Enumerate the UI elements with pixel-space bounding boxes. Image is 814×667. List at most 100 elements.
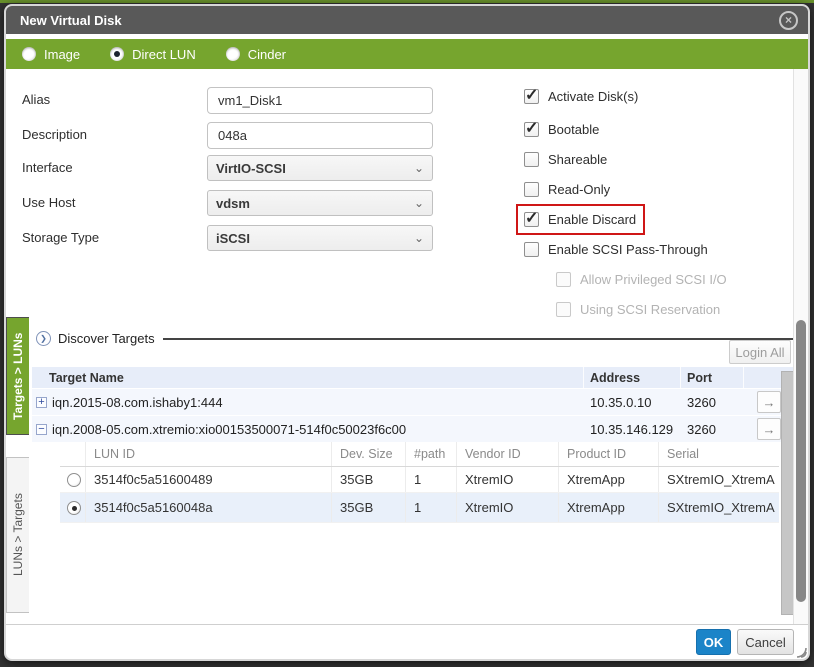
target-row[interactable]: − iqn.2008-05.com.xtremio:xio00153500071…	[32, 416, 794, 442]
check-icon: ✓	[525, 85, 538, 105]
checkbox-read-only[interactable]: Read-Only	[524, 182, 610, 197]
content-scrollbar-track[interactable]	[793, 69, 808, 624]
dialog-title: New Virtual Disk	[20, 13, 779, 28]
tab-label: Targets > LUNs	[7, 318, 29, 434]
checkbox-enable-discard[interactable]: ✓ Enable Discard	[524, 212, 636, 227]
checkbox-label: Enable Discard	[548, 212, 636, 227]
tab-label: LUNs > Targets	[7, 458, 29, 612]
storage-type-select[interactable]: iSCSI ⌄	[207, 225, 433, 251]
checkbox-label: Allow Privileged SCSI I/O	[580, 272, 727, 287]
column-header-lun-id: LUN ID	[86, 442, 332, 466]
column-header-port: Port	[681, 367, 744, 388]
column-header-path: #path	[406, 442, 457, 466]
disk-type-direct-lun[interactable]: Direct LUN	[110, 47, 196, 62]
target-name: iqn.2008-05.com.xtremio:xio00153500071-5…	[52, 422, 406, 437]
close-button[interactable]: ×	[779, 11, 798, 30]
luns-table-header: LUN ID Dev. Size #path Vendor ID Product…	[60, 442, 779, 467]
radio-selected-icon	[110, 47, 124, 61]
interface-label: Interface	[22, 160, 73, 175]
target-address: 10.35.146.129	[584, 416, 681, 442]
lun-product-id: XtremApp	[559, 493, 659, 522]
checkbox-bootable[interactable]: ✓ Bootable	[524, 122, 599, 137]
check-icon: ✓	[525, 118, 538, 138]
target-row[interactable]: + iqn.2015-08.com.ishaby1:444 10.35.0.10…	[32, 389, 794, 415]
cancel-button[interactable]: Cancel	[737, 629, 794, 655]
use-host-select-value: vdsm	[216, 196, 250, 211]
targets-table-header: Target Name Address Port	[32, 367, 794, 388]
checkbox-label: Bootable	[548, 122, 599, 137]
target-name: iqn.2015-08.com.ishaby1:444	[52, 395, 223, 410]
login-target-button[interactable]: →	[757, 391, 781, 413]
radio-icon	[226, 47, 240, 61]
column-header-dev-size: Dev. Size	[332, 442, 406, 466]
checkbox-using-scsi-reservation: Using SCSI Reservation	[556, 302, 720, 317]
lun-serial: SXtremIO_XtremA	[659, 493, 779, 522]
tab-luns-to-targets[interactable]: LUNs > Targets	[6, 457, 29, 613]
checkbox-label: Using SCSI Reservation	[580, 302, 720, 317]
targets-table: Target Name Address Port + iqn.2015-08.c…	[32, 367, 794, 442]
arrow-right-icon: →	[763, 422, 776, 437]
use-host-label: Use Host	[22, 195, 75, 210]
lun-radio-selected[interactable]	[67, 501, 81, 515]
expand-icon[interactable]: +	[36, 397, 47, 408]
tab-targets-to-luns[interactable]: Targets > LUNs	[6, 317, 29, 435]
login-target-button[interactable]: →	[757, 418, 781, 440]
column-header-address: Address	[584, 367, 681, 388]
checkbox-allow-privileged-scsi-io: Allow Privileged SCSI I/O	[556, 272, 727, 287]
interface-select[interactable]: VirtIO-SCSI ⌄	[207, 155, 433, 181]
chevron-down-icon: ⌄	[414, 163, 424, 173]
alias-input[interactable]	[207, 87, 433, 114]
background-app-edge	[0, 0, 814, 3]
checkbox-checked-icon: ✓	[524, 89, 539, 104]
close-icon: ×	[785, 13, 792, 27]
disk-type-cinder-label: Cinder	[248, 47, 286, 62]
lun-vendor-id: XtremIO	[457, 493, 559, 522]
checkbox-unchecked-icon	[524, 152, 539, 167]
lun-dev-size: 35GB	[332, 493, 406, 522]
disk-type-cinder[interactable]: Cinder	[226, 47, 286, 62]
use-host-select[interactable]: vdsm ⌄	[207, 190, 433, 216]
lun-product-id: XtremApp	[559, 467, 659, 492]
collapse-icon[interactable]: −	[36, 424, 47, 435]
login-all-button[interactable]: Login All	[729, 340, 791, 364]
checkbox-activate-disks[interactable]: ✓ Activate Disk(s)	[524, 89, 638, 104]
lun-row[interactable]: 3514f0c5a51600489 35GB 1 XtremIO XtremAp…	[60, 467, 779, 493]
checkbox-label: Shareable	[548, 152, 607, 167]
checkbox-disabled-icon	[556, 302, 571, 317]
disk-type-direct-lun-label: Direct LUN	[132, 47, 196, 62]
content-scrollbar-thumb[interactable]	[796, 320, 806, 602]
description-input[interactable]	[207, 122, 433, 149]
target-port: 3260	[681, 389, 744, 415]
resize-grip-icon[interactable]	[794, 645, 807, 658]
disk-type-bar: Image Direct LUN Cinder	[6, 39, 808, 69]
dialog-titlebar: New Virtual Disk ×	[6, 6, 808, 34]
interface-select-value: VirtIO-SCSI	[216, 161, 286, 176]
storage-type-select-value: iSCSI	[216, 231, 250, 246]
lun-serial: SXtremIO_XtremA	[659, 467, 779, 492]
checkbox-checked-icon: ✓	[524, 122, 539, 137]
column-header-serial: Serial	[659, 442, 779, 466]
discover-targets-label: Discover Targets	[58, 331, 155, 346]
column-header-product-id: Product ID	[559, 442, 659, 466]
lun-row-selected[interactable]: 3514f0c5a5160048a 35GB 1 XtremIO XtremAp…	[60, 493, 779, 523]
lun-path-count: 1	[406, 467, 457, 492]
checkbox-unchecked-icon	[524, 242, 539, 257]
checkbox-label: Enable SCSI Pass-Through	[548, 242, 708, 257]
alias-label: Alias	[22, 92, 50, 107]
storage-type-label: Storage Type	[22, 230, 99, 245]
new-virtual-disk-dialog: New Virtual Disk × Image Direct LUN Cind…	[4, 4, 810, 661]
lun-radio-unselected[interactable]	[67, 473, 81, 487]
discover-targets-legend[interactable]: ❯ Discover Targets	[28, 330, 163, 347]
chevron-down-icon: ⌄	[414, 198, 424, 208]
disk-type-image[interactable]: Image	[22, 47, 80, 62]
check-icon: ✓	[525, 208, 538, 228]
target-port: 3260	[681, 416, 744, 442]
lun-id: 3514f0c5a5160048a	[86, 493, 332, 522]
checkbox-label: Activate Disk(s)	[548, 89, 638, 104]
disclosure-arrow-icon: ❯	[36, 331, 51, 346]
checkbox-shareable[interactable]: Shareable	[524, 152, 607, 167]
radio-icon	[22, 47, 36, 61]
lun-id: 3514f0c5a51600489	[86, 467, 332, 492]
ok-button[interactable]: OK	[696, 629, 731, 655]
checkbox-enable-scsi-passthrough[interactable]: Enable SCSI Pass-Through	[524, 242, 708, 257]
